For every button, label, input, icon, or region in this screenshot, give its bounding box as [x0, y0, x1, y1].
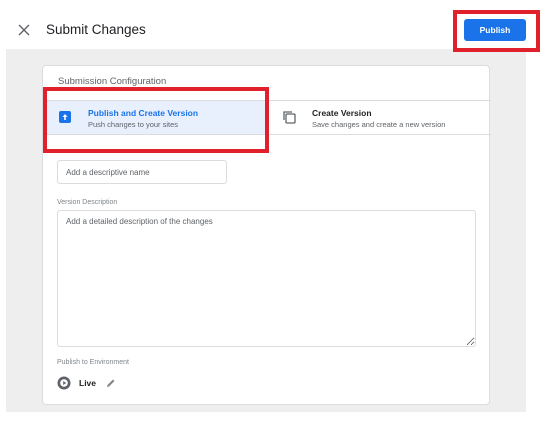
option-title: Publish and Create Version	[88, 108, 199, 118]
dialog-header: Submit Changes Publish	[0, 0, 556, 55]
submission-config-card: Submission Configuration Publish and Cre…	[42, 65, 491, 405]
option-subtitle: Save changes and create a new version	[312, 120, 446, 129]
environment-name: Live	[79, 378, 97, 388]
version-description-input[interactable]	[57, 210, 476, 347]
version-description-label: Version Description	[57, 199, 118, 206]
option-create-version[interactable]: Create Version Save changes and create a…	[267, 101, 491, 134]
submission-options: Publish and Create Version Push changes …	[43, 100, 491, 135]
copy-version-icon	[283, 111, 296, 124]
pencil-edit-icon[interactable]	[105, 377, 117, 389]
publish-button[interactable]: Publish	[464, 19, 526, 41]
environment-label: Publish to Environment	[57, 359, 129, 366]
environment-live-icon	[57, 376, 71, 390]
option-publish-and-create-version[interactable]: Publish and Create Version Push changes …	[44, 101, 266, 134]
publish-upload-icon	[59, 111, 71, 123]
section-title: Submission Configuration	[58, 76, 167, 87]
version-name-input[interactable]	[57, 160, 227, 184]
option-subtitle: Push changes to your sites	[88, 120, 179, 129]
dialog-title: Submit Changes	[46, 22, 146, 37]
option-title: Create Version	[312, 108, 372, 118]
close-icon[interactable]	[15, 21, 33, 39]
